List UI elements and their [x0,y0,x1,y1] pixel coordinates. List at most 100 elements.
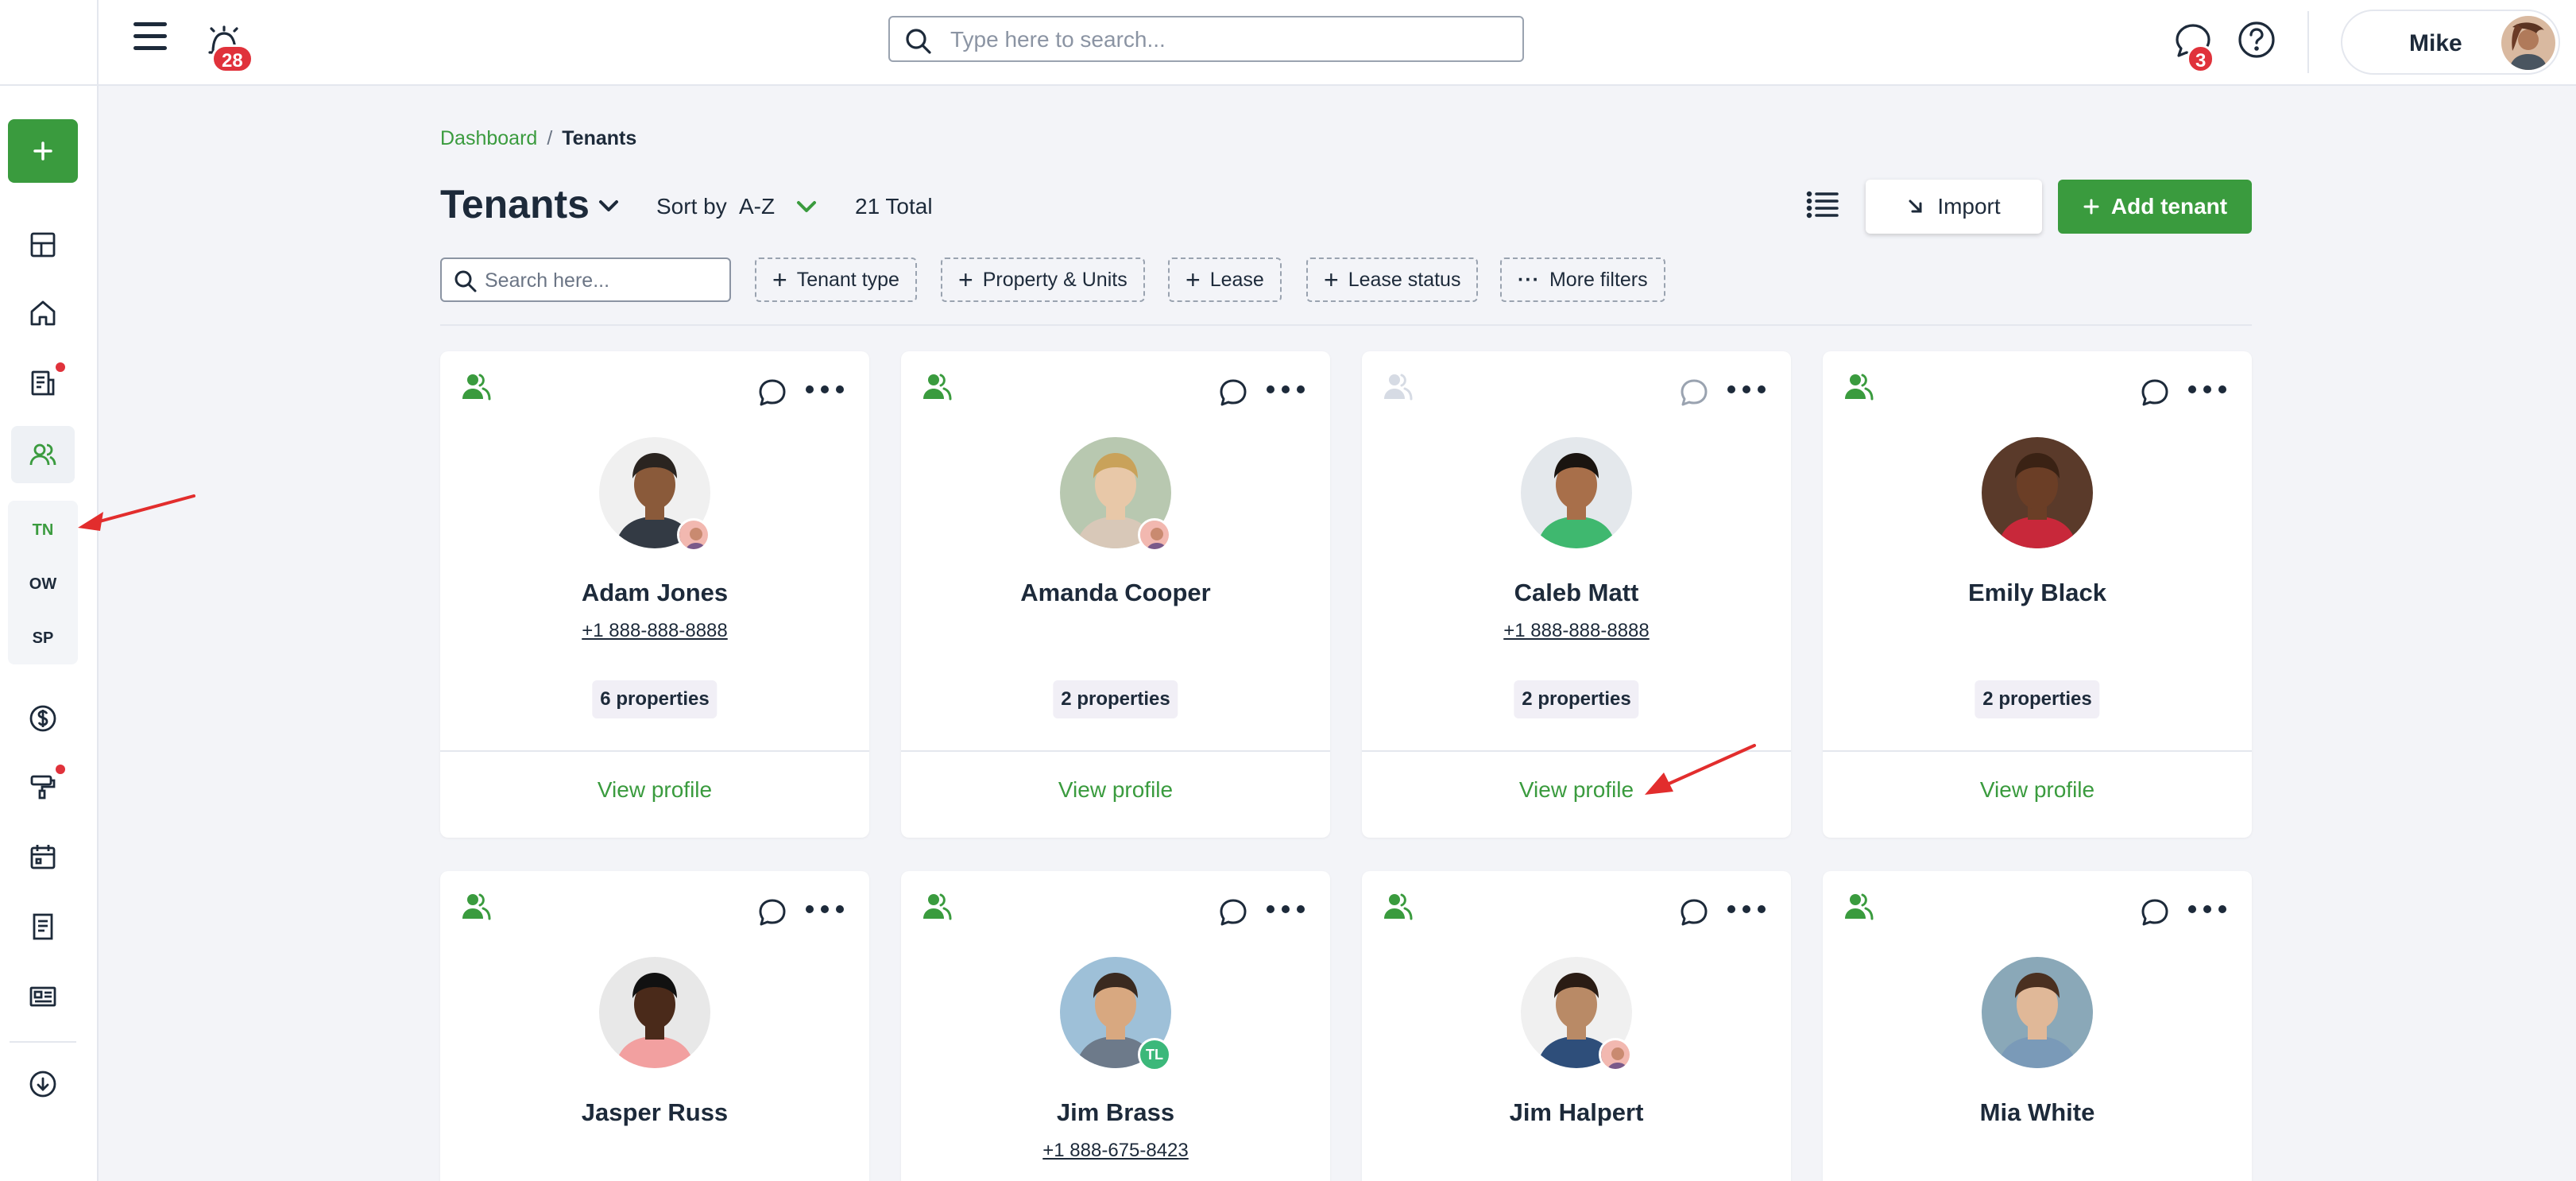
message-icon[interactable] [756,896,788,928]
sidebar-divider [10,1041,76,1043]
chevron-down-icon[interactable] [594,194,623,219]
tenant-card[interactable]: Caleb Matt +1 888-888-8888 2 properties Vie… [1362,351,1791,838]
message-icon[interactable] [1217,896,1249,928]
sort-chevron-icon[interactable] [793,196,820,219]
filter-property-units[interactable]: + Property & Units [941,257,1145,302]
tenant-card[interactable]: Emily Black 2 properties View profile [1823,351,2252,838]
properties-badge: 6 properties [592,680,717,718]
help-icon[interactable] [2236,19,2277,60]
list-view-icon[interactable] [1805,188,1840,223]
leasing-notification-dot [56,362,65,372]
more-options-icon[interactable] [1726,903,1767,916]
tenant-person-icon [1845,893,1874,920]
breadcrumb-dashboard[interactable]: Dashboard [440,127,537,149]
filter-label: Lease status [1348,268,1461,291]
sidebar-item-calendar[interactable] [11,828,75,885]
filter-more[interactable]: ··· More filters [1500,257,1665,302]
breadcrumb-separator: / [547,127,553,149]
more-options-icon[interactable] [804,903,845,916]
global-search[interactable] [888,16,1524,62]
sidebar-item-maintenance[interactable] [11,758,75,815]
tenant-card[interactable]: Jim Halpert [1362,871,1791,1181]
tenant-name[interactable]: Jim Halpert [1362,1098,1791,1127]
more-options-icon[interactable] [1265,903,1306,916]
sidebar-item-download[interactable] [11,1055,75,1113]
search-icon [906,29,931,54]
sidebar-item-dashboard[interactable] [11,216,75,273]
user-avatar [2501,16,2555,70]
user-menu[interactable]: Mike [2341,10,2560,75]
more-options-icon[interactable] [2187,903,2228,916]
breadcrumb-current: Tenants [562,127,637,149]
message-icon[interactable] [1678,377,1710,409]
add-tenant-button[interactable]: Add tenant [2058,180,2252,234]
filter-lease-status[interactable]: + Lease status [1306,257,1479,302]
view-profile-link[interactable]: View profile [1823,777,2252,803]
view-profile-link[interactable]: View profile [1362,777,1791,803]
tenant-phone[interactable]: +1 888-675-8423 [901,1140,1330,1162]
more-options-icon[interactable] [1726,383,1767,396]
message-icon[interactable] [2139,896,2171,928]
sidebar-item-leasing[interactable] [11,354,75,412]
tenant-phone[interactable]: +1 888-888-8888 [1362,620,1791,642]
view-profile-link[interactable]: View profile [901,777,1330,803]
tenant-name[interactable]: Emily Black [1823,579,2252,607]
paint-roller-icon [30,775,56,800]
sidebar-item-people[interactable] [11,426,75,483]
filter-label: Lease [1209,268,1264,291]
message-icon[interactable] [1217,377,1249,409]
people-icon [29,443,56,466]
tenant-search-input[interactable] [485,265,723,296]
tenant-photo [1521,437,1632,548]
tenant-search[interactable] [440,257,731,302]
tenant-phone[interactable]: +1 888-888-8888 [440,620,869,642]
tenant-photo [599,957,710,1068]
sub-nav-service-pros[interactable]: SP [8,618,78,658]
more-options-icon[interactable] [1265,383,1306,396]
sidebar: TN OW SP [0,0,99,1181]
plus-icon: + [772,265,787,294]
tenant-secondary-avatar [1138,518,1171,552]
filter-tenant-type[interactable]: + Tenant type [755,257,917,302]
import-label: Import [1937,194,2001,219]
message-icon[interactable] [756,377,788,409]
sidebar-item-accounting[interactable] [11,690,75,747]
tenant-person-icon [462,374,491,401]
people-sub-nav: TN OW SP [8,501,78,664]
tenant-card[interactable]: Adam Jones +1 888-888-8888 6 properties Vie… [440,351,869,838]
global-search-input[interactable] [950,24,1507,56]
filter-label: Property & Units [982,268,1127,291]
more-options-icon[interactable] [2187,383,2228,396]
sidebar-item-reports[interactable] [11,898,75,955]
tenant-card[interactable]: Mia White [1823,871,2252,1181]
filter-label: More filters [1549,268,1648,291]
tenant-card[interactable]: TL Jim Brass +1 888-675-8423 [901,871,1330,1181]
tenant-name[interactable]: Amanda Cooper [901,579,1330,607]
message-icon[interactable] [1678,896,1710,928]
document-building-icon [31,370,55,396]
menu-icon[interactable] [133,22,172,57]
tenant-name[interactable]: Jim Brass [901,1098,1330,1127]
tenant-secondary-avatar [677,518,710,552]
tenant-card[interactable]: Jasper Russ [440,871,869,1181]
sort-value[interactable]: A-Z [739,194,775,219]
more-options-icon[interactable] [804,383,845,396]
sub-nav-tenants[interactable]: TN [8,510,78,550]
page-title[interactable]: Tenants [440,181,590,227]
breadcrumb: Dashboard / Tenants [440,127,636,150]
view-profile-link[interactable]: View profile [440,777,869,803]
message-icon[interactable] [2139,377,2171,409]
sidebar-item-listings[interactable] [11,968,75,1025]
tenant-name[interactable]: Caleb Matt [1362,579,1791,607]
tenant-name[interactable]: Adam Jones [440,579,869,607]
tenant-name[interactable]: Mia White [1823,1098,2252,1127]
logo-area [0,0,97,86]
tenant-card[interactable]: Amanda Cooper 2 properties View profile [901,351,1330,838]
sub-nav-owners[interactable]: OW [8,564,78,604]
tenant-name[interactable]: Jasper Russ [440,1098,869,1127]
filter-lease[interactable]: + Lease [1168,257,1282,302]
sidebar-item-properties[interactable] [11,285,75,342]
quick-add-button[interactable] [8,119,78,183]
plus-icon: + [1324,265,1339,294]
import-button[interactable]: Import [1866,180,2042,234]
